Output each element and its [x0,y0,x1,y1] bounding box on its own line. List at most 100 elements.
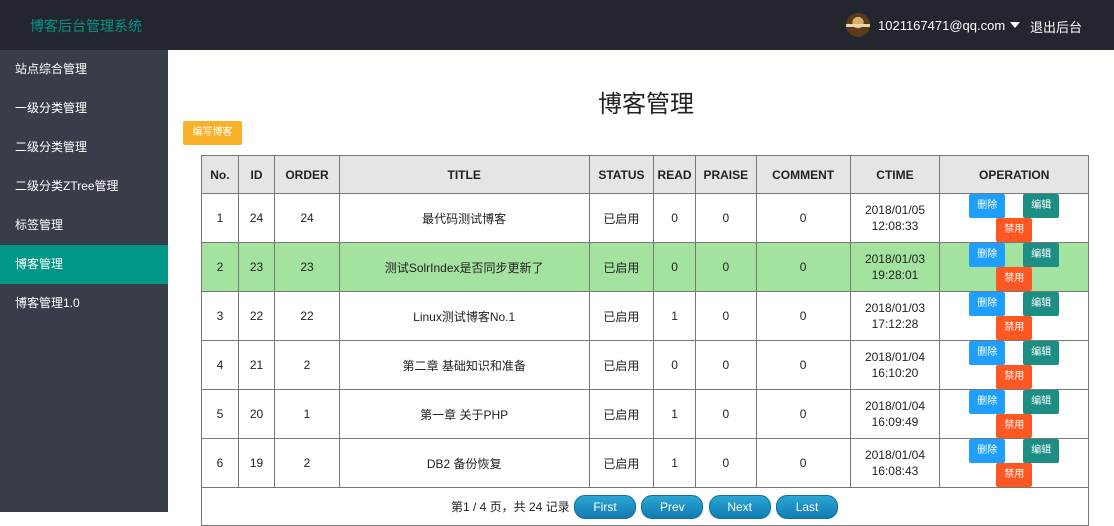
cell-comment: 0 [755,389,851,439]
edit-button[interactable]: 编辑 [1023,390,1060,414]
cell-title: 测试SolrIndex是否同步更新了 [338,242,590,292]
cell-praise: 0 [694,291,757,341]
disable-button[interactable]: 禁用 [996,463,1033,487]
ctime-date: 2018/01/05 [864,203,925,217]
table-row[interactable]: 2 23 23 测试SolrIndex是否同步更新了 已启用 0 0 0 2018/01/03 1… [201,242,1089,292]
ctime-time: 12:08:33 [871,219,919,233]
ctime-time: 16:08:43 [871,464,919,478]
pagination-info: 第1 / 4 页，共 24 记录 [450,500,570,514]
disable-button[interactable]: 禁用 [996,267,1033,291]
cell-status: 已启用 [588,438,655,488]
chevron-down-icon[interactable] [1010,22,1021,28]
col-status: STATUS [588,155,655,194]
cell-praise: 0 [694,340,757,390]
cell-ctime: 2018/01/04 16:08:43 [849,438,941,488]
table-row[interactable]: 5 20 1 第一章 关于PHP 已启用 1 0 0 2018/01/04 16:09:49 删除编… [201,389,1089,439]
cell-ctime: 2018/01/05 12:08:33 [849,193,941,243]
delete-button[interactable]: 删除 [969,341,1006,365]
brand-title[interactable]: 博客后台管理系统 [30,16,142,36]
col-id: ID [237,155,276,194]
delete-button[interactable]: 删除 [969,292,1006,316]
pagination: 第1 / 4 页，共 24 记录 First Prev Next Last [201,487,1089,526]
cell-operation: 删除 编辑禁用 [939,340,1089,390]
top-bar: 博客后台管理系统 1021167471@qq.com 退出后台 [0,0,1114,50]
cell-no: 1 [201,193,239,243]
sidebar-item-blogs-v1[interactable]: 博客管理1.0 [0,284,168,323]
cell-comment: 0 [755,291,851,341]
cell-praise: 0 [694,193,757,243]
cell-title: 第二章 基础知识和准备 [338,340,590,390]
cell-id: 20 [237,389,276,439]
cell-read: 1 [653,438,696,488]
delete-button[interactable]: 删除 [969,390,1006,414]
col-ctime: CTIME [849,155,941,194]
table-row[interactable]: 6 19 2 DB2 备份恢复 已启用 1 0 0 2018/01/04 16:08:43 删除 编辑… [201,438,1089,488]
cell-ctime: 2018/01/03 17:12:28 [849,291,941,341]
first-page-button[interactable]: First [574,494,636,519]
cell-no: 2 [201,242,239,292]
sidebar-item-blogs[interactable]: 博客管理 [0,245,168,284]
prev-page-button[interactable]: Prev [641,494,704,519]
table-row[interactable]: 1 24 24 最代码测试博客 已启用 0 0 0 2018/01/05 12:08:33 删除 编辑… [201,193,1089,243]
cell-praise: 0 [694,242,757,292]
edit-button[interactable]: 编辑 [1023,194,1060,218]
logout-link[interactable]: 退出后台 [1030,17,1082,36]
edit-button[interactable]: 编辑 [1023,292,1060,316]
next-page-button[interactable]: Next [708,494,771,519]
col-title: TITLE [338,155,590,194]
cell-title: 最代码测试博客 [338,193,590,243]
ctime-date: 2018/01/03 [864,301,925,315]
cell-operation: 删除 编辑禁用 [939,242,1089,292]
ctime-time: 17:12:28 [871,317,919,331]
delete-button[interactable]: 删除 [969,243,1006,267]
edit-button[interactable]: 编辑 [1023,243,1060,267]
disable-button[interactable]: 禁用 [996,218,1033,242]
sidebar-item-site[interactable]: 站点综合管理 [0,50,168,89]
cell-praise: 0 [694,438,757,488]
cell-operation: 删除 编辑禁用 [939,389,1089,439]
col-praise: PRAISE [694,155,757,194]
ctime-time: 16:10:20 [871,366,919,380]
cell-id: 19 [237,438,276,488]
disable-button[interactable]: 禁用 [996,316,1033,340]
edit-button[interactable]: 编辑 [1023,439,1060,463]
col-order: ORDER [274,155,340,194]
col-no: No. [201,155,239,194]
cell-status: 已启用 [588,291,655,341]
write-blog-button[interactable]: 编写博客 [183,121,242,145]
cell-title: Linux测试博客No.1 [338,291,590,341]
user-menu[interactable]: 1021167471@qq.com [846,9,1021,41]
cell-id: 24 [237,193,276,243]
col-comment: COMMENT [755,155,851,194]
ctime-date: 2018/01/03 [864,252,925,266]
cell-comment: 0 [755,438,851,488]
blog-table: No. ID ORDER TITLE STATUS READ PRAISE CO… [201,155,1089,526]
cell-order: 2 [274,340,340,390]
cell-operation: 删除 编辑禁用 [939,438,1089,488]
disable-button[interactable]: 禁用 [996,414,1033,438]
col-read: READ [653,155,696,194]
sidebar-item-ztree[interactable]: 二级分类ZTree管理 [0,167,168,206]
cell-read: 0 [653,340,696,390]
disable-button[interactable]: 禁用 [996,365,1033,389]
table-row[interactable]: 3 22 22 Linux测试博客No.1 已启用 1 0 0 2018/01/03 17:12:… [201,291,1089,341]
sidebar-item-tags[interactable]: 标签管理 [0,206,168,245]
cell-order: 2 [274,438,340,488]
cell-ctime: 2018/01/04 16:09:49 [849,389,941,439]
sidebar-item-category-1[interactable]: 一级分类管理 [0,89,168,128]
cell-read: 0 [653,242,696,292]
cell-praise: 0 [694,389,757,439]
cell-no: 3 [201,291,239,341]
cell-operation: 删除 编辑禁用 [939,291,1089,341]
edit-button[interactable]: 编辑 [1023,341,1060,365]
sidebar-item-category-2[interactable]: 二级分类管理 [0,128,168,167]
table-row[interactable]: 4 21 2 第二章 基础知识和准备 已启用 0 0 0 2018/01/04 16:10:20 删… [201,340,1089,390]
delete-button[interactable]: 删除 [969,194,1006,218]
last-page-button[interactable]: Last [776,494,839,519]
cell-title: 第一章 关于PHP [338,389,590,439]
user-email[interactable]: 1021167471@qq.com [878,18,1005,33]
page-title: 博客管理 [598,91,694,118]
cell-comment: 0 [755,242,851,292]
ctime-time: 16:09:49 [871,415,919,429]
delete-button[interactable]: 删除 [969,439,1006,463]
